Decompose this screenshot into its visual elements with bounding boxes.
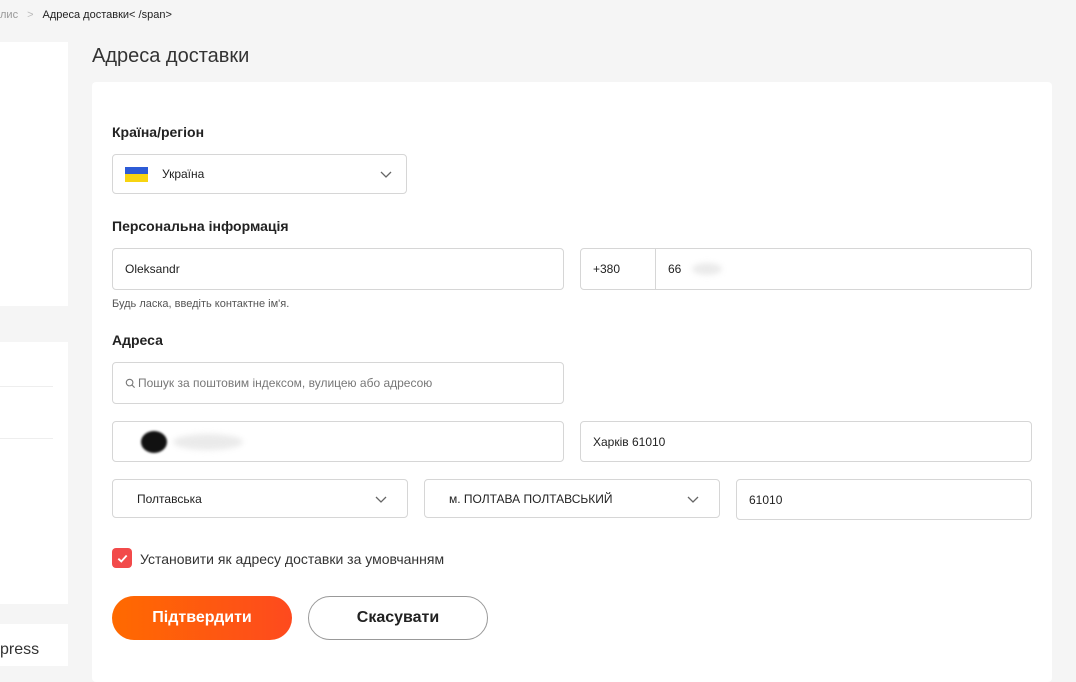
contact-name-hint: Будь ласка, введіть контактне ім'я.	[112, 298, 290, 310]
phone-code-select[interactable]: +380	[580, 248, 656, 290]
street-address-input[interactable]	[112, 421, 564, 462]
contact-name-input[interactable]: Oleksandr	[112, 248, 564, 290]
breadcrumb-parent-link[interactable]: лис	[0, 9, 18, 21]
phone-number-input[interactable]: 66	[655, 248, 1032, 290]
chevron-down-icon	[380, 171, 392, 178]
confirm-button[interactable]: Підтвердити	[112, 596, 292, 640]
locality-select-value: м. ПОЛТАВА ПОЛТАВСЬКИЙ	[449, 491, 613, 506]
chevron-down-icon	[375, 496, 387, 503]
country-select-value: Україна	[162, 167, 205, 181]
redaction-mark	[173, 434, 243, 450]
country-section-label: Країна/регіон	[112, 124, 205, 140]
redaction-mark	[141, 431, 167, 453]
region-select-value: Полтавська	[137, 491, 202, 506]
sidebar-divider	[0, 386, 53, 387]
address-section-label: Адреса	[112, 332, 163, 348]
breadcrumb-separator: >	[27, 9, 34, 21]
address-search-input[interactable]: Пошук за поштовим індексом, вулицею або …	[112, 362, 564, 404]
cancel-button[interactable]: Скасувати	[308, 596, 488, 640]
region-select[interactable]: Полтавська	[112, 479, 408, 518]
sidebar-divider	[0, 438, 53, 439]
breadcrumb-current: Адреса доставки< /span>	[42, 9, 172, 21]
sidebar-panel-menu	[0, 342, 68, 604]
ukraine-flag-icon	[125, 166, 148, 182]
phone-code-value: +380	[593, 262, 621, 276]
breadcrumb: лис > Адреса доставки< /span>	[0, 9, 172, 21]
postal-code-input[interactable]: 61010	[736, 479, 1032, 520]
locality-select[interactable]: м. ПОЛТАВА ПОЛТАВСЬКИЙ	[424, 479, 720, 518]
address-search-placeholder: Пошук за поштовим індексом, вулицею або …	[138, 376, 433, 390]
contact-name-value: Oleksandr	[125, 262, 180, 276]
city-input[interactable]: Харків 61010	[580, 421, 1032, 462]
redaction-mark	[692, 263, 722, 275]
default-address-checkbox-label[interactable]: Установити як адресу доставки за умовчан…	[140, 551, 444, 567]
sidebar-bottom-text[interactable]: press	[0, 641, 39, 659]
chevron-down-icon	[687, 496, 699, 503]
page-title: Адреса доставки	[92, 45, 250, 67]
default-address-checkbox[interactable]	[112, 548, 132, 568]
sidebar-panel-top	[0, 42, 68, 306]
postal-code-value: 61010	[749, 492, 783, 507]
checkmark-icon	[117, 554, 127, 563]
personal-info-section-label: Персональна інформація	[112, 218, 289, 234]
search-icon	[125, 378, 136, 388]
country-select[interactable]: Україна	[112, 154, 407, 194]
city-value: Харків 61010	[593, 434, 666, 449]
